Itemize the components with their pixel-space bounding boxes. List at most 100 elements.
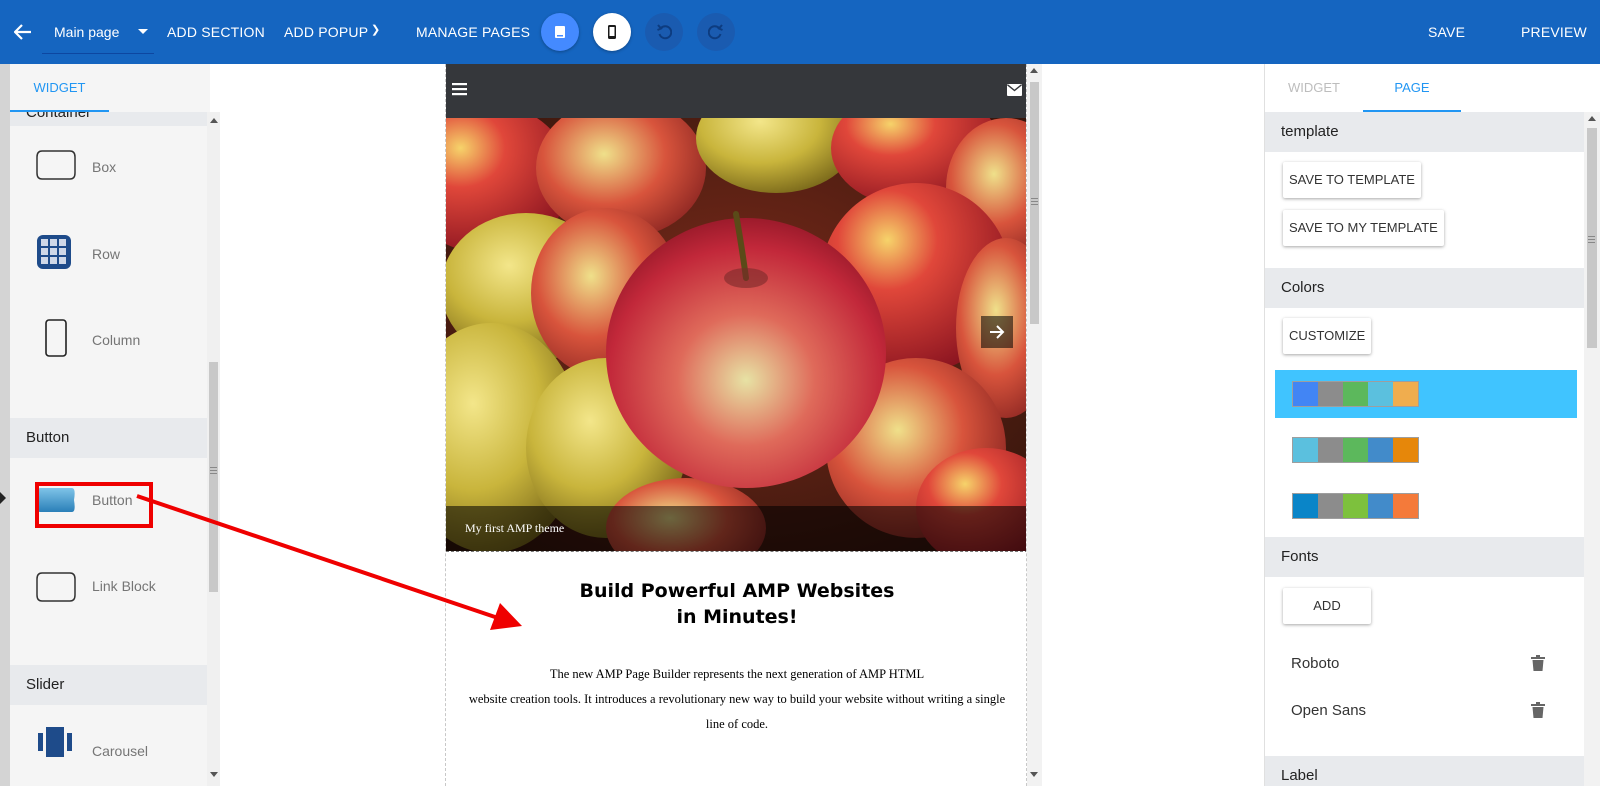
expand-arrow-icon — [0, 492, 6, 504]
widget-panel-scrollbar[interactable] — [207, 112, 220, 786]
add-section-button[interactable]: ADD SECTION — [167, 0, 265, 64]
headline-line: in Minutes! — [676, 606, 798, 628]
widget-column[interactable]: Column — [10, 298, 208, 384]
palette-swatches — [1292, 381, 1419, 407]
widget-label: Link Block — [92, 578, 156, 594]
top-toolbar: Main page ADD SECTION ADD POPUP ❯ MANAGE… — [0, 0, 1600, 64]
swatch — [1368, 494, 1393, 518]
save-to-my-template-button[interactable]: SAVE TO MY TEMPLATE — [1283, 210, 1444, 246]
trash-icon[interactable] — [1531, 702, 1545, 718]
redo-button[interactable] — [697, 13, 735, 51]
tab-widget[interactable]: WIDGET — [10, 64, 109, 112]
hero-slide[interactable]: My first AMP theme — [446, 118, 1026, 552]
color-palette-option[interactable] — [1275, 482, 1577, 530]
category-header-button: Button — [10, 418, 208, 458]
hero-headline[interactable]: Build Powerful AMP Websites in Minutes! — [446, 578, 1026, 630]
manage-pages-button[interactable]: MANAGE PAGES — [416, 0, 530, 64]
swatch — [1293, 382, 1318, 406]
body-line: website creation tools. It introduces a … — [468, 692, 1006, 706]
widget-tabs: WIDGET — [10, 64, 210, 112]
mail-icon[interactable] — [1007, 84, 1022, 96]
swatch — [1368, 438, 1393, 462]
tab-page[interactable]: PAGE — [1363, 64, 1461, 112]
link-block-icon — [36, 572, 76, 602]
section-title: Colors — [1281, 279, 1325, 296]
widget-label: Box — [92, 159, 117, 175]
color-palette-option[interactable] — [1275, 370, 1577, 418]
section-title: template — [1281, 123, 1339, 140]
page-select-value: Main page — [54, 24, 120, 40]
settings-panel: WIDGET PAGE template SAVE TO TEMPLATE SA… — [1264, 64, 1600, 786]
font-item-open-sans: Open Sans — [1291, 702, 1367, 719]
hero-body-text[interactable]: The new AMP Page Builder represents the … — [446, 662, 1026, 737]
scrollbar-thumb[interactable] — [1030, 82, 1039, 324]
widget-label: Column — [92, 332, 141, 348]
swatch — [1368, 382, 1393, 406]
carousel-icon — [38, 727, 72, 757]
page-select[interactable]: Main page — [42, 0, 154, 64]
save-button[interactable]: SAVE — [1428, 0, 1465, 64]
desktop-view-button[interactable] — [541, 13, 579, 51]
scrollbar-thumb[interactable] — [209, 362, 218, 592]
add-popup-label: ADD POPUP — [284, 24, 369, 40]
swatch — [1343, 382, 1368, 406]
undo-button[interactable] — [645, 13, 683, 51]
category-header-container: Container — [10, 112, 208, 126]
left-edge-handle[interactable] — [0, 64, 10, 786]
category-header-slider: Slider — [10, 665, 208, 705]
swatch — [1393, 438, 1418, 462]
arrow-right-icon — [990, 325, 1005, 339]
category-label: Slider — [26, 676, 65, 693]
mobile-icon — [608, 25, 616, 39]
section-title: Fonts — [1281, 548, 1319, 565]
settings-panel-scrollbar[interactable] — [1584, 112, 1600, 786]
row-icon — [37, 235, 71, 269]
headline-line: Build Powerful AMP Websites — [579, 580, 895, 602]
swatch — [1318, 494, 1343, 518]
trash-icon[interactable] — [1531, 655, 1545, 671]
hamburger-menu-icon[interactable] — [452, 82, 468, 96]
scrollbar-thumb[interactable] — [1587, 128, 1597, 348]
add-popup-button[interactable]: ADD POPUP ❯ — [284, 0, 380, 64]
desktop-icon — [555, 26, 565, 38]
slider-next-button[interactable] — [981, 316, 1013, 348]
scroll-up-icon — [210, 118, 218, 123]
palette-swatches — [1292, 437, 1419, 463]
preview-button[interactable]: PREVIEW — [1521, 0, 1587, 64]
add-font-button[interactable]: ADD — [1283, 588, 1371, 624]
chevron-down-icon: ❯ — [371, 24, 381, 36]
swatch — [1393, 382, 1418, 406]
back-arrow-icon — [14, 24, 31, 40]
tab-widget[interactable]: WIDGET — [1265, 64, 1363, 112]
scroll-up-icon — [1588, 116, 1596, 121]
canvas-scrollbar[interactable] — [1027, 64, 1042, 786]
section-header-colors: Colors — [1265, 268, 1585, 308]
amp-header-bar[interactable] — [446, 64, 1026, 118]
widget-label: Row — [92, 246, 121, 262]
font-item-roboto: Roboto — [1291, 655, 1340, 672]
widget-link-block[interactable]: Link Block — [10, 544, 208, 630]
mobile-view-button[interactable] — [593, 13, 631, 51]
swatch — [1343, 438, 1368, 462]
customize-button[interactable]: CUSTOMIZE — [1283, 318, 1372, 354]
scroll-down-icon — [1030, 772, 1038, 777]
swatch — [1318, 382, 1343, 406]
category-label: Button — [26, 429, 70, 446]
swatch — [1343, 494, 1368, 518]
color-palette-option[interactable] — [1275, 426, 1577, 474]
slide-caption: My first AMP theme — [465, 521, 565, 535]
save-to-template-button[interactable]: SAVE TO TEMPLATE — [1283, 162, 1421, 198]
widget-carousel[interactable]: Carousel — [10, 705, 208, 786]
widget-box[interactable]: Box — [10, 126, 208, 212]
scroll-down-icon — [210, 772, 218, 777]
column-icon — [45, 319, 67, 357]
apples-photo — [446, 118, 1026, 551]
swatch — [1293, 438, 1318, 462]
annotation-highlight-box — [35, 482, 153, 528]
back-button[interactable] — [14, 0, 34, 64]
swatch — [1293, 494, 1318, 518]
slide-caption-bar: My first AMP theme — [446, 506, 1026, 551]
widget-row[interactable]: Row — [10, 212, 208, 298]
page-canvas: My first AMP theme Build Powerful AMP We… — [445, 64, 1027, 786]
body-line: line of code. — [705, 717, 769, 731]
